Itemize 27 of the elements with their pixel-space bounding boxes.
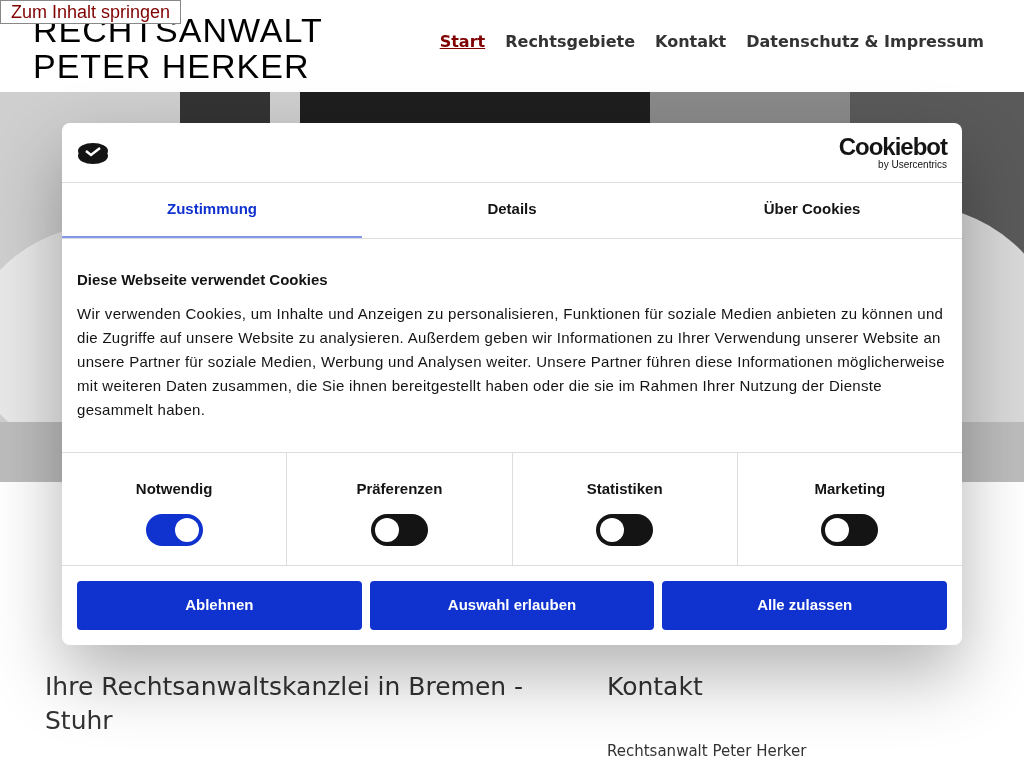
checkmark-icon [77, 140, 109, 165]
dialog-tab[interactable]: Zustimmung [62, 183, 362, 238]
dialog-text: Wir verwenden Cookies, um Inhalte und Anzeigen zu personalisieren, Funktionen für soziale Medien anbieten zu können und die Zugriffe auf unsere Website zu analysieren. Außerdem geben wir Informationen zu Ihrer Verwendung unserer Website an unsere Partner für soziale Medien, Werbung und Analysen weiter. Unsere Partner führen diese Informationen möglicherweise mit weiteren Daten zusammen, die Sie ihnen bereitgestellt haben oder die sie im Rahmen Ihrer Nutzung der Dienste gesammelt haben. [77, 303, 946, 420]
nav-link[interactable]: Kontakt [655, 30, 727, 54]
brand-subtitle: by Usercentrics [878, 158, 947, 171]
toggle-switch[interactable] [596, 514, 654, 546]
section-text: Rechtsanwalt Peter Herker [607, 742, 808, 760]
consent-button[interactable]: Ablehnen [77, 580, 362, 630]
toggle-label: Notwendig [135, 478, 213, 499]
dialog-tab[interactable]: Details [362, 183, 662, 238]
nav-link[interactable]: Rechtsgebiete [505, 30, 635, 54]
nav-link[interactable]: Start [439, 30, 486, 54]
section-heading: Ihre Rechtsanwaltskanzlei in Bremen - Stuhr [45, 671, 525, 737]
logo-text: PETER HERKER [33, 48, 311, 84]
toggle-label: Präferenzen [356, 478, 443, 499]
toggle-label: Statistiken [586, 478, 663, 499]
nav-link[interactable]: Datenschutz & Impressum [746, 30, 984, 54]
brand-logo: Cookiebot [838, 134, 947, 159]
consent-button[interactable]: Auswahl erlauben [369, 580, 655, 630]
dialog-heading: Diese Webseite verwendet Cookies [77, 270, 329, 290]
dialog-tab[interactable]: Über Cookies [662, 183, 962, 238]
toggle-switch[interactable] [821, 514, 879, 546]
section-heading: Kontakt [607, 671, 704, 703]
consent-button[interactable]: Alle zulassen [662, 580, 947, 630]
toggle-switch[interactable] [145, 514, 203, 546]
toggle-switch[interactable] [370, 514, 428, 546]
toggle-label: Marketing [814, 478, 886, 499]
